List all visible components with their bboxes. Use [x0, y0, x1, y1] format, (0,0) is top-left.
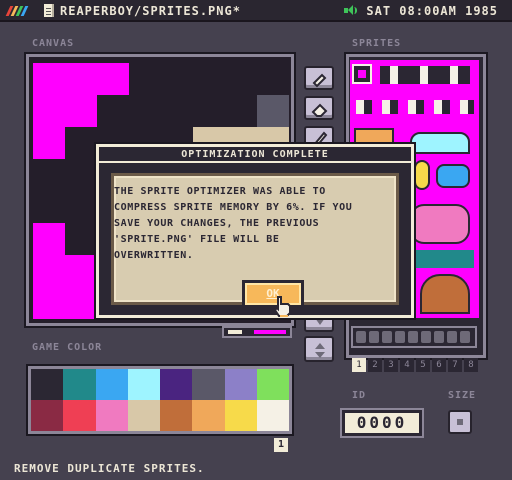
palette-swatch[interactable]	[256, 369, 289, 400]
scroll-toggle-button[interactable]	[304, 336, 334, 362]
sprite-id-field[interactable]: 0000	[342, 410, 422, 436]
palette-swatch[interactable]	[160, 369, 193, 400]
palette-swatch[interactable]	[127, 369, 160, 400]
dialog-title: OPTIMIZATION COMPLETE	[99, 147, 411, 163]
palette-swatch[interactable]	[160, 400, 193, 431]
menu-bar: REAPERBOY/SPRITES.PNG* SAT 08:00AM 1985	[0, 0, 512, 22]
brush-icon	[312, 73, 327, 88]
palette-swatch[interactable]	[95, 369, 128, 400]
palette-swatch[interactable]	[95, 400, 128, 431]
clock: SAT 08:00AM 1985	[366, 4, 498, 18]
eraser-icon	[311, 103, 328, 117]
page-tab[interactable]: 6	[432, 358, 446, 372]
up-down-arrows-icon	[315, 343, 325, 358]
dialog-line: COMPRESS SPRITE MEMORY BY 6%. IF YOU	[114, 202, 353, 213]
palette-swatch[interactable]	[127, 400, 160, 431]
canvas-label: CANVAS	[32, 38, 75, 49]
page-tab[interactable]: 5	[416, 358, 430, 372]
dialog-message: THE SPRITE OPTIMIZER WAS ABLE TO COMPRES…	[114, 184, 414, 264]
palette-swatch[interactable]	[256, 400, 289, 431]
optimization-dialog: OPTIMIZATION COMPLETE THE SPRITE OPTIMIZ…	[96, 144, 414, 318]
page-tab[interactable]: 8	[464, 358, 478, 372]
selected-sprite[interactable]	[352, 64, 372, 84]
palette-swatch[interactable]	[224, 369, 257, 400]
page-tab[interactable]: 7	[448, 358, 462, 372]
page-tab[interactable]: 2	[368, 358, 382, 372]
id-label: ID	[352, 390, 367, 401]
sprites-label: SPRITES	[352, 38, 402, 49]
dialog-line: SAVE YOUR CHANGES, THE PREVIOUS	[114, 218, 320, 229]
palette-swatch[interactable]	[63, 400, 96, 431]
size-button[interactable]	[448, 410, 472, 434]
game-color-palette[interactable]	[28, 366, 292, 434]
sprite-slot-bar[interactable]	[351, 326, 477, 348]
speaker-icon[interactable]	[344, 5, 358, 16]
palette-swatch[interactable]	[224, 400, 257, 431]
palette-swatch[interactable]	[31, 369, 64, 400]
size-label: SIZE	[448, 390, 477, 401]
app-logo-icon[interactable]	[5, 6, 30, 16]
window-title: REAPERBOY/SPRITES.PNG*	[60, 4, 241, 18]
eraser-tool-button[interactable]	[304, 96, 334, 120]
brush-tool-button[interactable]	[304, 66, 334, 90]
game-color-label: GAME COLOR	[32, 342, 103, 353]
palette-index: 1	[274, 438, 288, 452]
dialog-line: OVERWRITTEN.	[114, 250, 194, 261]
page-tab[interactable]: 4	[400, 358, 414, 372]
palette-swatch[interactable]	[63, 369, 96, 400]
page-tab[interactable]: 3	[384, 358, 398, 372]
pointer-hand-icon	[273, 296, 291, 317]
dialog-body: THE SPRITE OPTIMIZER WAS ABLE TO COMPRES…	[111, 173, 399, 317]
dialog-line: THE SPRITE OPTIMIZER WAS ABLE TO	[114, 186, 326, 197]
file-icon	[44, 4, 54, 17]
palette-swatch[interactable]	[192, 400, 225, 431]
page-tab[interactable]: 1	[352, 358, 366, 372]
current-color-bar	[222, 326, 292, 338]
palette-swatch[interactable]	[31, 400, 64, 431]
dialog-line: 'SPRITE.PNG' FILE WILL BE	[114, 234, 280, 245]
status-text: REMOVE DUPLICATE SPRITES.	[14, 462, 205, 475]
sprite-page-tabs: 1 2 3 4 5 6 7 8	[352, 358, 478, 372]
palette-swatch[interactable]	[192, 369, 225, 400]
